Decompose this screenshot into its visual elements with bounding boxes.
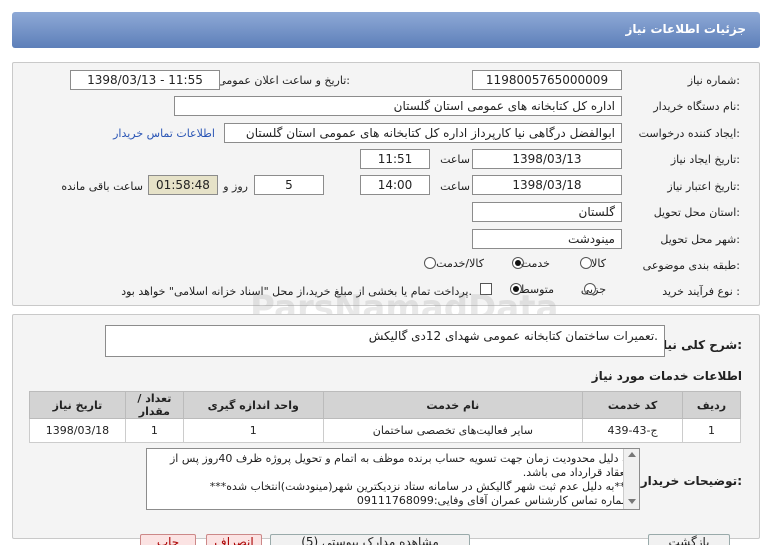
col-service-name: نام خدمت bbox=[322, 391, 584, 419]
category-option-service[interactable]: خدمت bbox=[512, 256, 568, 272]
col-date: تاریخ نیاز bbox=[29, 391, 126, 419]
buyer-contact-link[interactable]: اطلاعات تماس خریدار bbox=[113, 127, 215, 140]
requester-label: ایجاد کننده درخواست: bbox=[638, 127, 740, 140]
announce-label: تاریخ و ساعت اعلان عمومی: bbox=[217, 74, 350, 87]
category-goods-label: کالا bbox=[591, 257, 606, 270]
page-title: جزئیات اطلاعات نیاز bbox=[625, 22, 746, 36]
col-quantity: تعداد / مقدار bbox=[124, 391, 184, 419]
treasury-payment-note: پرداخت تمام یا بخشی از مبلغ خرید،از محل … bbox=[121, 285, 472, 298]
notes-line-2: ***به دلیل عدم ثبت شهر گالیکش در سامانه … bbox=[209, 480, 631, 493]
services-table: تاریخ نیاز تعداد / مقدار واحد اندازه گیر… bbox=[29, 391, 741, 443]
process-label: نوع فرآیند خرید : bbox=[662, 285, 740, 298]
cell-service-code: ج-43-439 bbox=[582, 418, 684, 443]
need-number-label: شماره نیاز: bbox=[687, 74, 740, 87]
col-row: ردیف bbox=[682, 391, 741, 419]
process-option-medium[interactable]: متوسط bbox=[510, 282, 572, 298]
remaining-label: ساعت باقی مانده bbox=[61, 180, 143, 193]
category-service-label: خدمت bbox=[520, 257, 550, 270]
validity-time-label: ساعت bbox=[440, 180, 470, 193]
cell-unit: 1 bbox=[182, 418, 324, 443]
category-label: طبقه بندی موضوعی: bbox=[642, 259, 740, 272]
requester-field[interactable]: ابوالفضل درگاهی نیا کارپرداز اداره کل کت… bbox=[224, 123, 622, 143]
created-time-label: ساعت bbox=[440, 153, 470, 166]
buyer-notes-box[interactable]: به دلیل محدودیت زمان جهت تسویه حساب برند… bbox=[146, 448, 640, 510]
summary-label: شرح کلی نیاز: bbox=[656, 338, 742, 352]
cell-service-name: سایر فعالیت‌های تخصصی ساختمان bbox=[322, 418, 584, 443]
city-label: شهر محل تحویل: bbox=[660, 233, 740, 246]
category-option-goods[interactable]: کالا bbox=[580, 256, 624, 272]
category-both-radio[interactable] bbox=[424, 257, 436, 269]
created-date-field[interactable]: 1398/03/13 bbox=[472, 149, 622, 169]
col-service-code: کد خدمت bbox=[582, 391, 684, 419]
process-minor-label: جزیی bbox=[580, 283, 606, 296]
province-label: استان محل تحویل: bbox=[653, 206, 740, 219]
treasury-payment-checkbox[interactable] bbox=[480, 283, 492, 295]
cell-row: 1 bbox=[682, 418, 741, 443]
scroll-down-icon[interactable] bbox=[628, 499, 636, 504]
process-medium-label: متوسط bbox=[519, 283, 554, 296]
notes-scrollbar[interactable] bbox=[623, 449, 639, 509]
cancel-button[interactable]: انصراف bbox=[206, 534, 262, 545]
summary-field[interactable]: تعمیرات ساختمان کتابخانه عمومی شهدای 12د… bbox=[105, 325, 665, 357]
notes-line-3: شماره تماس کارشناس عمران آقای وفایی:0911… bbox=[356, 494, 631, 507]
buyer-label: نام دستگاه خریدار: bbox=[653, 100, 740, 113]
process-option-minor[interactable]: جزیی bbox=[580, 282, 624, 298]
days-field[interactable]: 5 bbox=[254, 175, 324, 195]
services-header-row: تاریخ نیاز تعداد / مقدار واحد اندازه گیر… bbox=[29, 391, 741, 419]
validity-date-label: تاریخ اعتبار نیاز: bbox=[667, 180, 740, 193]
page-header: جزئیات اطلاعات نیاز bbox=[12, 12, 760, 48]
validity-date-field[interactable]: 1398/03/18 bbox=[472, 175, 622, 195]
province-field[interactable]: گلستان bbox=[472, 202, 622, 222]
created-date-label: تاریخ ایجاد نیاز: bbox=[670, 153, 740, 166]
services-table-wrap: تاریخ نیاز تعداد / مقدار واحد اندازه گیر… bbox=[29, 391, 741, 443]
created-time-field[interactable]: 11:51 bbox=[360, 149, 430, 169]
cell-date: 1398/03/18 bbox=[29, 418, 126, 443]
attachments-button[interactable]: مشاهده مدارک پیوستی (5) bbox=[270, 534, 470, 545]
category-both-label: کالا/خدمت bbox=[436, 257, 484, 270]
back-button[interactable]: بازگشت bbox=[648, 534, 730, 545]
announce-field[interactable]: 1398/03/13 - 11:55 bbox=[70, 70, 220, 90]
col-unit: واحد اندازه گیری bbox=[182, 391, 324, 419]
scroll-up-icon[interactable] bbox=[628, 452, 636, 457]
services-section-title: اطلاعات خدمات مورد نیاز bbox=[591, 369, 742, 383]
city-field[interactable]: مینودشت bbox=[472, 229, 622, 249]
validity-time-field[interactable]: 14:00 bbox=[360, 175, 430, 195]
notes-label: توضیحات خریدار: bbox=[640, 474, 742, 488]
print-button[interactable]: چاپ bbox=[140, 534, 196, 545]
cell-quantity: 1 bbox=[124, 418, 184, 443]
need-number-field[interactable]: 1198005765000009 bbox=[472, 70, 622, 90]
notes-line-1: به دلیل محدودیت زمان جهت تسویه حساب برند… bbox=[169, 452, 631, 479]
category-option-both[interactable]: کالا/خدمت bbox=[424, 256, 502, 272]
remaining-time-field: 01:58:48 bbox=[148, 175, 218, 195]
table-row[interactable]: 1398/03/18 1 1 سایر فعالیت‌های تخصصی ساخ… bbox=[29, 418, 741, 443]
days-label: روز و bbox=[223, 180, 248, 193]
buyer-field[interactable]: اداره کل کتابخانه های عمومی استان گلستان bbox=[174, 96, 622, 116]
